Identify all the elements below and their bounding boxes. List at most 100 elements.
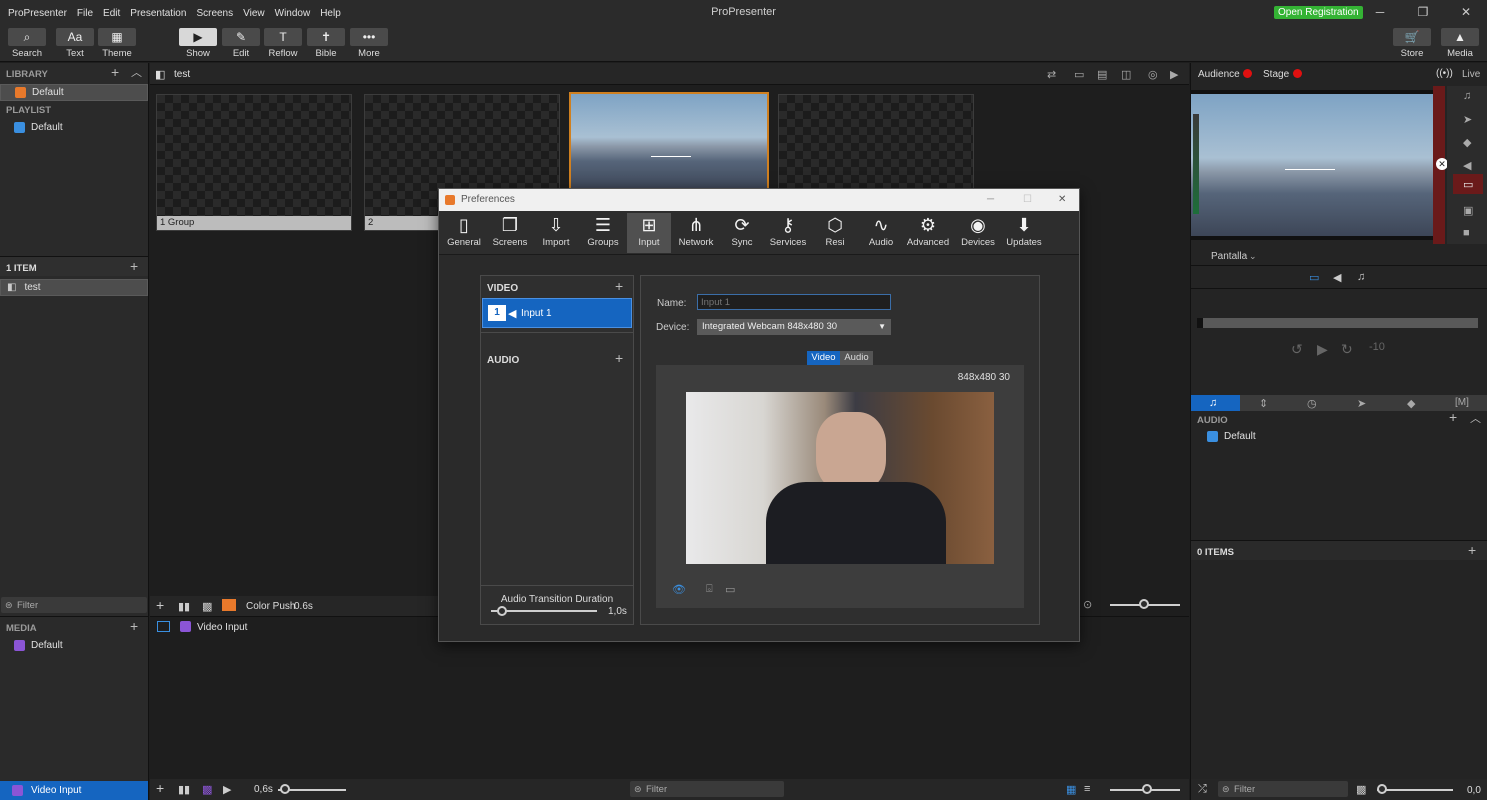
audio-progress[interactable]: [1197, 318, 1478, 328]
stage-label[interactable]: Stage: [1263, 69, 1289, 80]
list-view-icon[interactable]: ≡: [1084, 783, 1090, 795]
store-button[interactable]: 🛒 Store: [1391, 28, 1433, 59]
add-library-icon[interactable]: +: [111, 64, 119, 80]
tab-network[interactable]: ⋔ Network: [674, 213, 718, 253]
media-filter-input[interactable]: ⊜ Filter: [630, 781, 784, 797]
forward-icon[interactable]: ▶: [1170, 68, 1178, 81]
audio-layer-icon[interactable]: ♫: [1463, 90, 1471, 102]
audience-label[interactable]: Audience: [1198, 69, 1240, 80]
forward-15-icon[interactable]: ↻: [1341, 341, 1353, 358]
audio-playlist-default[interactable]: Default: [1207, 431, 1256, 442]
more-button[interactable]: ••• More: [348, 28, 390, 59]
slide-layer-icon[interactable]: ▭: [1463, 178, 1473, 191]
media-zoom-knob[interactable]: [1142, 784, 1152, 794]
video-segment[interactable]: Video: [807, 351, 840, 365]
add-item-icon[interactable]: +: [130, 258, 138, 274]
audio-bin-icon[interactable]: ♫: [1209, 397, 1217, 409]
menu-help[interactable]: Help: [320, 8, 341, 19]
transition-time[interactable]: 0.6s: [294, 601, 313, 612]
tab-devices[interactable]: ◉ Devices: [956, 213, 1000, 253]
collapse-icon[interactable]: ︿: [131, 64, 142, 80]
messages-bin-icon[interactable]: ➤: [1357, 397, 1366, 410]
volume-slider-knob[interactable]: [1377, 784, 1387, 794]
folder-icon[interactable]: ▭: [725, 583, 735, 596]
video-input-item[interactable]: Video Input: [0, 781, 148, 800]
eye-icon[interactable]: 👁: [672, 583, 686, 596]
checker-icon[interactable]: ▩: [202, 600, 212, 613]
media-columns-icon[interactable]: ▮▮: [178, 783, 190, 796]
volume-slider-track[interactable]: [1377, 789, 1453, 791]
back-10-icon[interactable]: -10: [1369, 341, 1385, 353]
menu-window[interactable]: Window: [275, 8, 311, 19]
dialog-minimize-icon[interactable]: ─: [987, 189, 994, 211]
tab-screens[interactable]: ❐ Screens: [488, 213, 532, 253]
transition-icon[interactable]: [222, 599, 236, 611]
split-icon[interactable]: ◫: [1121, 68, 1131, 81]
add-media-icon[interactable]: +: [130, 618, 138, 634]
tab-advanced[interactable]: ⚙ Advanced: [906, 213, 950, 253]
reflow-button[interactable]: T Reflow: [262, 28, 304, 59]
text-button[interactable]: Aa Text: [54, 28, 96, 59]
audio-transition-knob[interactable]: [497, 606, 507, 616]
snapshot-camera-icon[interactable]: ⌺: [706, 583, 713, 596]
macros-bin-icon[interactable]: [M]: [1455, 397, 1469, 408]
tab-sync[interactable]: ⟳ Sync: [720, 213, 764, 253]
grid-icon[interactable]: ▤: [1097, 68, 1107, 81]
minimize-icon[interactable]: ─: [1370, 5, 1390, 19]
chevron-down-icon[interactable]: ⌄: [1249, 251, 1257, 262]
live-label[interactable]: Live: [1462, 69, 1480, 80]
tab-input[interactable]: ⊞ Input: [627, 213, 671, 253]
tab-updates[interactable]: ⬇ Updates: [1002, 213, 1046, 253]
collapse-audio-icon[interactable]: ︿: [1470, 410, 1481, 426]
edit-button[interactable]: ✎ Edit: [220, 28, 262, 59]
tab-audio[interactable]: ∿ Audio: [859, 213, 903, 253]
left-filter-input[interactable]: ⊜ Filter: [1, 597, 147, 613]
slide-3-selected[interactable]: [569, 92, 769, 192]
media-button[interactable]: ▲ Media: [1439, 28, 1481, 59]
tab-groups[interactable]: ☰ Groups: [581, 213, 625, 253]
add-slide-icon[interactable]: +: [156, 597, 164, 613]
options-icon[interactable]: ⊙: [1083, 598, 1092, 611]
audio-filter-input[interactable]: ⊜ Filter: [1218, 781, 1348, 797]
menu-presentation[interactable]: Presentation: [130, 8, 186, 19]
target-icon[interactable]: ◎: [1148, 68, 1158, 81]
menu-screens[interactable]: Screens: [196, 8, 233, 19]
restore-icon[interactable]: ❐: [1413, 5, 1433, 19]
view-toggle-icon[interactable]: ⇄: [1047, 68, 1056, 81]
audio-checker-icon[interactable]: ▩: [1356, 783, 1366, 796]
grid-view-icon[interactable]: ▦: [1066, 783, 1076, 796]
screen-select[interactable]: Pantalla: [1211, 251, 1247, 262]
tab-services[interactable]: ⚷ Services: [766, 213, 810, 253]
theme-button[interactable]: ▦ Theme: [96, 28, 138, 59]
clock-bin-icon[interactable]: ◷: [1307, 397, 1317, 410]
rewind-icon[interactable]: ↺: [1291, 341, 1303, 358]
video-layer-icon[interactable]: ■: [1463, 227, 1470, 239]
props-bin-icon[interactable]: ◆: [1407, 397, 1415, 410]
announce-tab-icon[interactable]: ◀: [1333, 271, 1341, 284]
menu-view[interactable]: View: [243, 8, 265, 19]
playlist-item-default[interactable]: Default: [0, 119, 148, 136]
announce-layer-icon[interactable]: ◀: [1463, 159, 1471, 172]
dialog-maximize-icon[interactable]: ☐: [1023, 189, 1032, 211]
props-layer-icon[interactable]: ◆: [1463, 136, 1471, 149]
media-transition-icon[interactable]: ▶: [223, 783, 231, 796]
item-test[interactable]: ◧ test: [0, 279, 148, 296]
transition-name[interactable]: Color Push: [246, 601, 295, 612]
add-media-item-icon[interactable]: +: [156, 780, 164, 796]
music-tab-icon[interactable]: ♫: [1357, 271, 1365, 283]
open-registration-button[interactable]: Open Registration: [1274, 6, 1363, 19]
library-item-default[interactable]: Default: [0, 84, 148, 101]
clipboard-icon[interactable]: ▭: [1074, 68, 1084, 81]
zoom-slider-knob[interactable]: [1139, 599, 1149, 609]
media-layer-icon[interactable]: ▣: [1463, 204, 1473, 217]
device-select[interactable]: Integrated Webcam 848x480 30 ▼: [697, 319, 891, 335]
media-item-default[interactable]: Default: [0, 637, 148, 654]
messages-layer-icon[interactable]: ➤: [1463, 113, 1472, 126]
shuffle-icon[interactable]: ⤮: [1198, 783, 1207, 796]
play-audio-icon[interactable]: ▶: [1317, 341, 1328, 358]
name-input[interactable]: [697, 294, 891, 310]
audio-segment[interactable]: Audio: [840, 351, 873, 365]
media-slider-knob[interactable]: [280, 784, 290, 794]
menu-app[interactable]: ProPresenter: [8, 8, 67, 19]
menu-edit[interactable]: Edit: [103, 8, 120, 19]
